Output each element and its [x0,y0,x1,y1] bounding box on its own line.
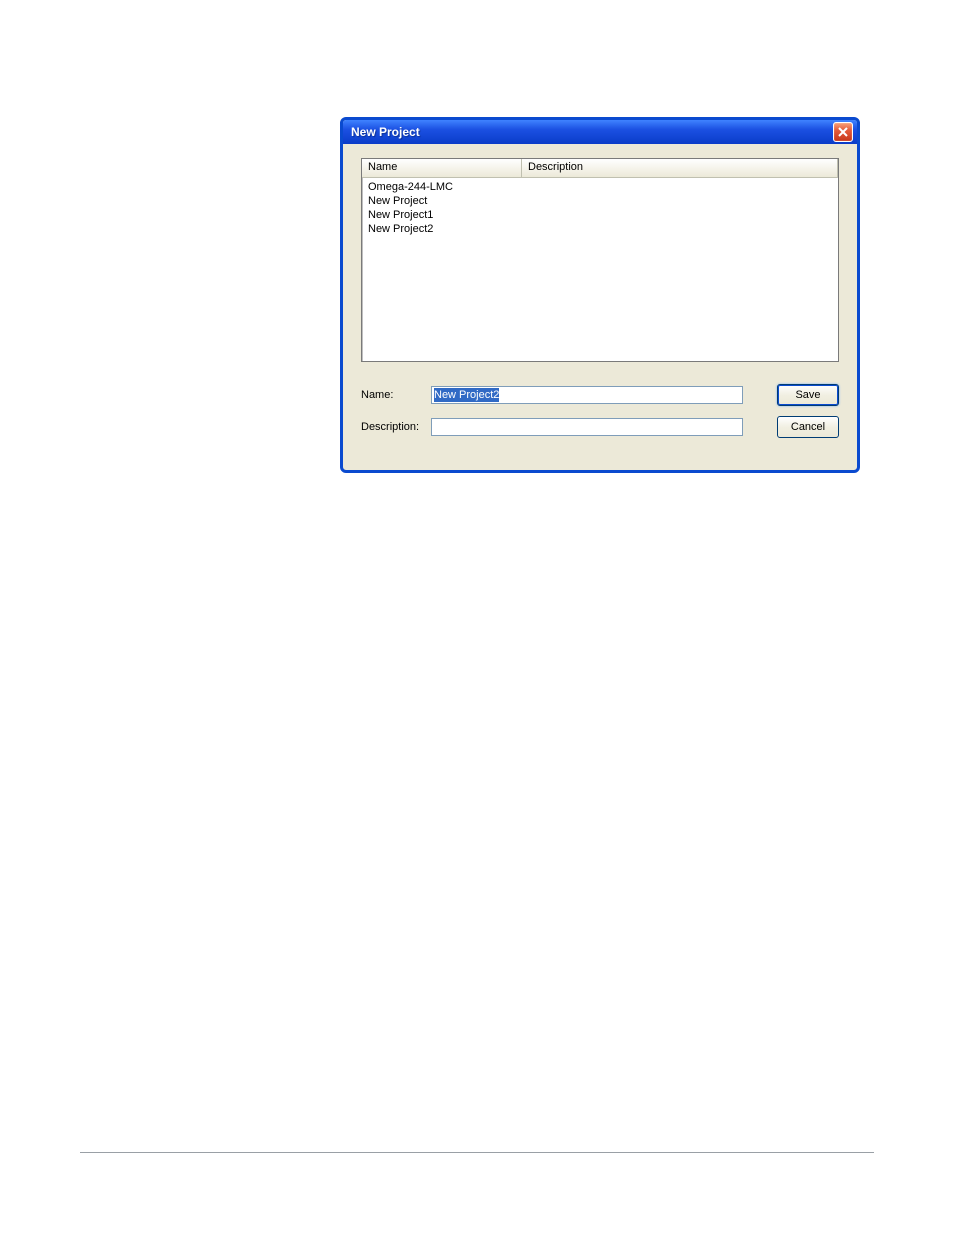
close-icon [838,127,848,137]
description-input-wrapper [431,418,763,436]
column-header-description[interactable]: Description [522,159,838,177]
list-item-name: Omega-244-LMC [366,180,524,194]
list-item[interactable]: New Project [366,194,834,208]
list-item[interactable]: New Project1 [366,208,834,222]
list-item-description [524,222,834,236]
name-label: Name: [361,389,427,401]
list-item-description [524,208,834,222]
description-input[interactable] [431,418,743,436]
list-item-description [524,194,834,208]
description-label: Description: [361,421,427,433]
column-header-name[interactable]: Name [362,159,522,177]
close-button[interactable] [833,122,853,142]
new-project-dialog: New Project Name Description Omega-244-L… [340,117,860,473]
project-listview[interactable]: Name Description Omega-244-LMC New Proje… [361,158,839,362]
list-item-name: New Project [366,194,524,208]
list-item-name: New Project2 [366,222,524,236]
titlebar[interactable]: New Project [343,120,857,144]
listview-header: Name Description [362,159,838,178]
name-input[interactable]: New Project2 [431,386,743,404]
list-item[interactable]: New Project2 [366,222,834,236]
list-item-description [524,180,834,194]
page: New Project Name Description Omega-244-L… [0,0,954,1235]
cancel-button[interactable]: Cancel [777,416,839,438]
dialog-title: New Project [351,125,420,139]
list-item-name: New Project1 [366,208,524,222]
list-item[interactable]: Omega-244-LMC [366,180,834,194]
name-input-wrapper: New Project2 [431,386,763,404]
save-button[interactable]: Save [777,384,839,406]
dialog-client-area: Name Description Omega-244-LMC New Proje… [343,144,857,452]
name-input-selected-text: New Project2 [434,388,499,402]
page-footer-rule [80,1152,874,1153]
listview-body: Omega-244-LMC New Project New Project1 N… [362,178,838,238]
form-area: Name: New Project2 Save Description: Can… [361,384,839,438]
